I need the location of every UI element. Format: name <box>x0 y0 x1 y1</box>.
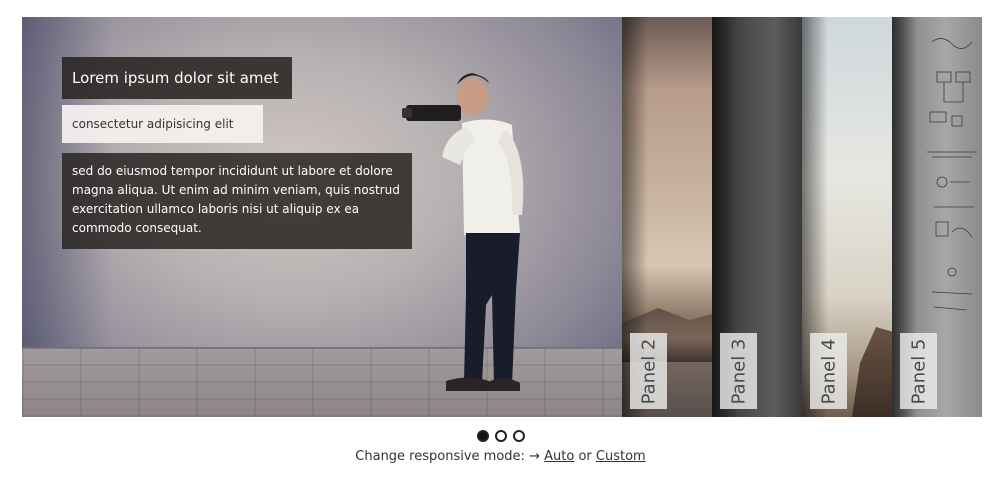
custom-mode-link[interactable]: Custom <box>596 449 646 464</box>
responsive-mode-line: Change responsive mode: → Auto or Custom <box>0 449 1001 464</box>
caption-title: Lorem ipsum dolor sit amet <box>62 57 292 99</box>
panel-3-label: Panel 3 <box>728 338 750 404</box>
connector-text: or <box>578 449 592 464</box>
responsive-mode-prefix: Change responsive mode: <box>355 449 525 464</box>
pagination-dot-3[interactable] <box>512 430 525 442</box>
panel-5[interactable]: Panel 5 <box>892 17 982 417</box>
panel-4-tab[interactable]: Panel 4 <box>810 333 847 409</box>
pagination-dot-2[interactable] <box>494 430 507 442</box>
panel-4-rock <box>852 327 892 417</box>
panel-3[interactable]: Panel 3 <box>712 17 802 417</box>
panel-4-label: Panel 4 <box>818 338 840 404</box>
accordion-slider: Lorem ipsum dolor sit amet consectetur a… <box>22 17 982 417</box>
panel-2-label: Panel 2 <box>638 338 660 404</box>
panel-5-sketch <box>927 38 977 311</box>
panel-2[interactable]: Panel 2 <box>622 17 712 417</box>
panel-5-label: Panel 5 <box>908 338 930 404</box>
pagination <box>0 430 1001 442</box>
panel-5-tab[interactable]: Panel 5 <box>900 333 937 409</box>
panel-1[interactable]: Lorem ipsum dolor sit amet consectetur a… <box>22 17 622 417</box>
pagination-dot-1[interactable] <box>476 430 489 442</box>
caption-subtitle: consectetur adipisicing elit <box>62 105 263 143</box>
panel-4[interactable]: Panel 4 <box>802 17 892 417</box>
auto-mode-link[interactable]: Auto <box>544 449 574 464</box>
panel-3-tab[interactable]: Panel 3 <box>720 333 757 409</box>
arrow-icon: → <box>529 449 540 464</box>
caption-body: sed do eiusmod tempor incididunt ut labo… <box>62 153 412 249</box>
photographer-image <box>402 73 524 391</box>
panel-2-tab[interactable]: Panel 2 <box>630 333 667 409</box>
